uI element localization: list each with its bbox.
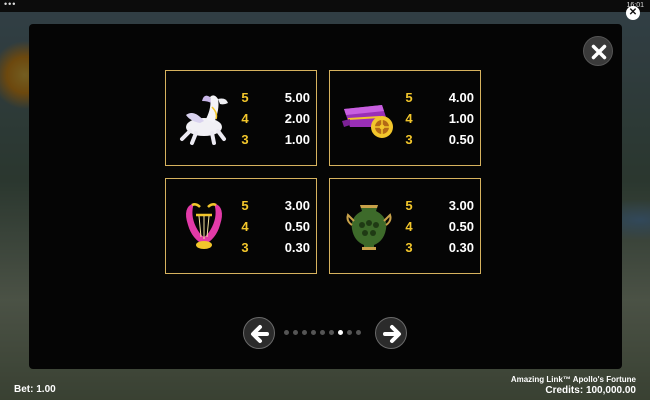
payout-value: 5.00 (284, 90, 310, 105)
paytable-card-lyre: 5 3.00 4 0.50 3 0.30 (165, 178, 317, 274)
page-dot[interactable] (356, 330, 361, 335)
page-dot[interactable] (347, 330, 352, 335)
payout-value: 3.00 (284, 198, 310, 213)
symbol-count: 4 (241, 111, 249, 126)
chariot-icon (342, 105, 393, 138)
symbol-count: 3 (405, 132, 413, 147)
lyre-icon (186, 203, 222, 249)
symbol-count: 5 (241, 198, 249, 213)
payout-value: 1.00 (448, 111, 474, 126)
payout-row: 5 5.00 (238, 88, 316, 108)
payout-value: 2.00 (284, 111, 310, 126)
close-icon (591, 44, 607, 60)
payout-row: 3 1.00 (238, 130, 316, 150)
page-dot[interactable] (302, 330, 307, 335)
symbol-count: 5 (241, 90, 249, 105)
page-dot[interactable] (329, 330, 334, 335)
symbol-count: 3 (405, 240, 413, 255)
payout-row: 5 3.00 (238, 196, 316, 216)
arrow-right-icon (383, 325, 401, 343)
page-dot[interactable] (338, 330, 343, 335)
previous-page-button[interactable] (243, 317, 275, 349)
payout-value: 0.50 (448, 132, 474, 147)
payout-row: 4 0.50 (238, 217, 316, 237)
credits-value: 100,000.00 (585, 385, 636, 396)
payout-value: 1.00 (284, 132, 310, 147)
symbol-count: 5 (405, 90, 413, 105)
pegasus-icon (180, 95, 228, 145)
bet-value: 1.00 (36, 384, 56, 395)
status-bar: ••• 16:01 (0, 0, 650, 12)
arrow-left-icon (251, 325, 269, 343)
symbol-count: 4 (241, 219, 249, 234)
payout-row: 5 4.00 (402, 88, 480, 108)
symbol-count: 3 (241, 240, 249, 255)
payout-value: 3.00 (448, 198, 474, 213)
bet-display: Bet: 1.00 (14, 384, 56, 395)
paytable-card-chariot: 5 4.00 4 1.00 3 0.50 (329, 70, 481, 166)
page-dot[interactable] (320, 330, 325, 335)
payout-row: 5 3.00 (402, 196, 480, 216)
system-close-icon[interactable]: ✕ (626, 6, 640, 20)
credits-label: Credits: (545, 385, 584, 396)
paytable-panel: 5 5.00 4 2.00 3 1.00 5 4.00 4 1.00 3 0.5… (29, 24, 622, 369)
symbol-count: 3 (241, 132, 249, 147)
payout-value: 0.30 (448, 240, 474, 255)
paytable-card-vase: 5 3.00 4 0.50 3 0.30 (329, 178, 481, 274)
bet-label: Bet: (14, 384, 34, 395)
payout-row: 4 2.00 (238, 109, 316, 129)
close-paytable-button[interactable] (583, 36, 613, 66)
page-dot[interactable] (284, 330, 289, 335)
payout-value: 0.30 (284, 240, 310, 255)
payout-value: 4.00 (448, 90, 474, 105)
payout-row: 3 0.50 (402, 130, 480, 150)
payout-row: 4 0.50 (402, 217, 480, 237)
payout-value: 0.50 (284, 219, 310, 234)
page-dot[interactable] (311, 330, 316, 335)
payout-row: 3 0.30 (238, 238, 316, 258)
payout-row: 3 0.30 (402, 238, 480, 258)
symbol-count: 5 (405, 198, 413, 213)
paytable-card-pegasus: 5 5.00 4 2.00 3 1.00 (165, 70, 317, 166)
game-title: Amazing Link™ Apollo's Fortune (510, 375, 636, 384)
payout-value: 0.50 (448, 219, 474, 234)
credits-display: Credits: 100,000.00 (545, 385, 636, 396)
vase-icon (346, 205, 392, 250)
symbol-count: 4 (405, 111, 413, 126)
page-dot[interactable] (293, 330, 298, 335)
payout-row: 4 1.00 (402, 109, 480, 129)
symbol-count: 4 (405, 219, 413, 234)
status-dots: ••• (4, 0, 17, 9)
next-page-button[interactable] (375, 317, 407, 349)
